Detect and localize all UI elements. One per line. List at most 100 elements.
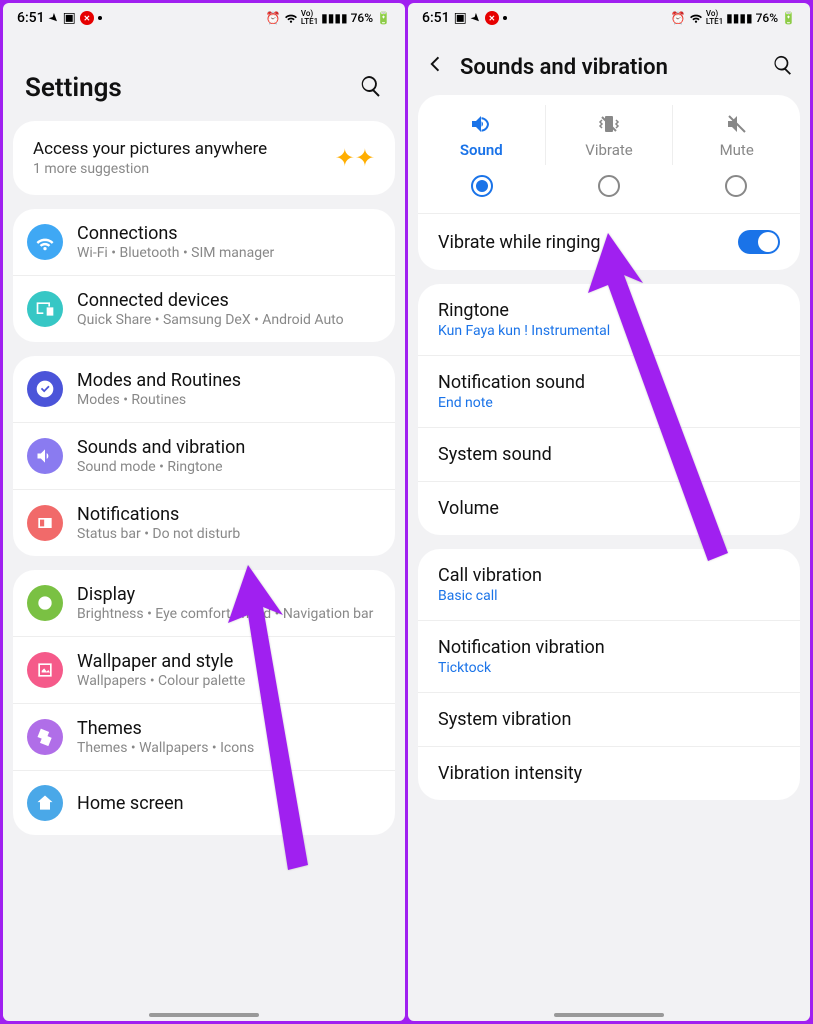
mute-icon [673, 111, 800, 137]
settings-group: Connections Wi-Fi • Bluetooth • SIM mana… [13, 209, 395, 342]
page-title: Settings [25, 73, 359, 103]
opt-sub: Ticktock [438, 660, 780, 676]
blocked-icon [485, 11, 499, 25]
mode-vibrate[interactable]: Vibrate [546, 105, 674, 165]
settings-row-modes-and-routines[interactable]: Modes and Routines Modes • Routines [13, 356, 395, 422]
status-time: 6:51 [422, 10, 450, 26]
opt-title: Notification vibration [438, 637, 780, 658]
row-sub: Themes • Wallpapers • Icons [77, 740, 377, 756]
opt-title: System sound [438, 444, 780, 465]
phone-right: 6:51 ▣ ➤ ⏰ Vo)LTE1 ▮▮▮▮ 76% 🔋 Sounds and… [408, 3, 810, 1021]
status-bar: 6:51 ▣ ➤ ⏰ Vo)LTE1 ▮▮▮▮ 76% 🔋 [408, 3, 810, 33]
settings-row-sounds-and-vibration[interactable]: Sounds and vibration Sound mode • Ringto… [13, 422, 395, 489]
volte-icon: Vo)LTE1 [301, 10, 318, 26]
row-title: Themes [77, 718, 377, 739]
vibration-card: Call vibration Basic call Notification v… [418, 549, 800, 800]
option-system-sound[interactable]: System sound [418, 427, 800, 481]
settings-row-notifications[interactable]: Notifications Status bar • Do not distur… [13, 489, 395, 556]
settings-row-home-screen[interactable]: Home screen [13, 770, 395, 835]
battery-text: 76% [351, 11, 373, 25]
more-notif-icon [98, 16, 102, 20]
mode-mute[interactable]: Mute [673, 105, 800, 165]
notif-icon [27, 505, 63, 541]
status-bar: 6:51 ➤ ▣ ⏰ Vo)LTE1 ▮▮▮▮ 76% 🔋 [3, 3, 405, 33]
alarm-icon: ⏰ [671, 11, 686, 25]
alarm-icon: ⏰ [266, 11, 281, 25]
display-icon [27, 585, 63, 621]
nav-pill[interactable] [149, 1013, 259, 1017]
radio-mute[interactable] [725, 175, 747, 197]
check-icon [27, 371, 63, 407]
volte-icon: Vo)LTE1 [706, 10, 723, 26]
battery-text: 76% [756, 11, 778, 25]
option-system-vibration[interactable]: System vibration [418, 692, 800, 746]
nav-pill[interactable] [554, 1013, 664, 1017]
vibrate-while-ringing-row[interactable]: Vibrate while ringing [418, 213, 800, 270]
sound-mode-card: Sound Vibrate Mute Vibrate while ringing [418, 95, 800, 270]
settings-row-connections[interactable]: Connections Wi-Fi • Bluetooth • SIM mana… [13, 209, 395, 275]
gallery-icon: ▣ [63, 10, 76, 26]
radio-sound[interactable] [471, 175, 493, 197]
vibrate-ringing-toggle[interactable] [738, 230, 780, 254]
sound-icon [418, 111, 545, 137]
option-call-vibration[interactable]: Call vibration Basic call [418, 549, 800, 620]
gallery-icon: ▣ [454, 10, 467, 26]
telegram-icon: ➤ [467, 9, 484, 26]
wifi-icon [284, 10, 298, 27]
suggest-title: Access your pictures anywhere [33, 139, 335, 159]
settings-row-wallpaper-and-style[interactable]: Wallpaper and style Wallpapers • Colour … [13, 636, 395, 703]
home-icon [27, 785, 63, 821]
row-title: Modes and Routines [77, 370, 377, 391]
opt-sub: Basic call [438, 588, 780, 604]
row-title: Sounds and vibration [77, 437, 377, 458]
opt-title: System vibration [438, 709, 780, 730]
themes-icon [27, 719, 63, 755]
option-notification-sound[interactable]: Notification sound End note [418, 355, 800, 427]
settings-row-connected-devices[interactable]: Connected devices Quick Share • Samsung … [13, 275, 395, 342]
opt-sub: Kun Faya kun ! Instrumental [438, 323, 780, 339]
telegram-icon: ➤ [45, 9, 62, 26]
row-title: Connections [77, 223, 377, 244]
sounds-card: Ringtone Kun Faya kun ! Instrumental Not… [418, 284, 800, 535]
radio-vibrate[interactable] [598, 175, 620, 197]
suggest-sub: 1 more suggestion [33, 161, 335, 177]
row-title: Home screen [77, 793, 377, 814]
signal-icon: ▮▮▮▮ [726, 11, 752, 25]
sound-icon [27, 438, 63, 474]
sparkle-icon: ✦✦ [335, 144, 375, 172]
sounds-content: Sound Vibrate Mute Vibrate while ringing… [408, 95, 810, 1021]
option-notification-vibration[interactable]: Notification vibration Ticktock [418, 620, 800, 692]
option-ringtone[interactable]: Ringtone Kun Faya kun ! Instrumental [418, 284, 800, 355]
opt-title: Volume [438, 498, 780, 519]
row-sub: Wi-Fi • Bluetooth • SIM manager [77, 245, 377, 261]
option-volume[interactable]: Volume [418, 481, 800, 535]
header: Sounds and vibration [408, 33, 810, 95]
opt-title: Call vibration [438, 565, 780, 586]
search-icon[interactable] [772, 54, 794, 81]
suggestion-card[interactable]: Access your pictures anywhere 1 more sug… [13, 121, 395, 195]
opt-title: Notification sound [438, 372, 780, 393]
mode-sound[interactable]: Sound [418, 105, 546, 165]
option-vibration-intensity[interactable]: Vibration intensity [418, 746, 800, 800]
battery-icon: 🔋 [781, 11, 796, 25]
status-time: 6:51 [17, 10, 45, 26]
opt-title: Vibration intensity [438, 763, 780, 784]
row-sub: Wallpapers • Colour palette [77, 673, 377, 689]
signal-icon: ▮▮▮▮ [321, 11, 347, 25]
opt-title: Vibrate while ringing [438, 232, 738, 253]
settings-row-display[interactable]: Display Brightness • Eye comfort shield … [13, 570, 395, 636]
opt-sub: End note [438, 395, 780, 411]
settings-group: Display Brightness • Eye comfort shield … [13, 570, 395, 835]
row-title: Notifications [77, 504, 377, 525]
search-icon[interactable] [359, 74, 383, 103]
mode-label: Vibrate [546, 141, 673, 159]
header: Settings [3, 33, 405, 121]
settings-row-themes[interactable]: Themes Themes • Wallpapers • Icons [13, 703, 395, 770]
settings-group: Modes and Routines Modes • Routines Soun… [13, 356, 395, 556]
wall-icon [27, 652, 63, 688]
vibrate-icon [546, 111, 673, 137]
row-sub: Modes • Routines [77, 392, 377, 408]
row-title: Display [77, 584, 377, 605]
more-notif-icon [503, 16, 507, 20]
back-button[interactable] [424, 53, 446, 81]
